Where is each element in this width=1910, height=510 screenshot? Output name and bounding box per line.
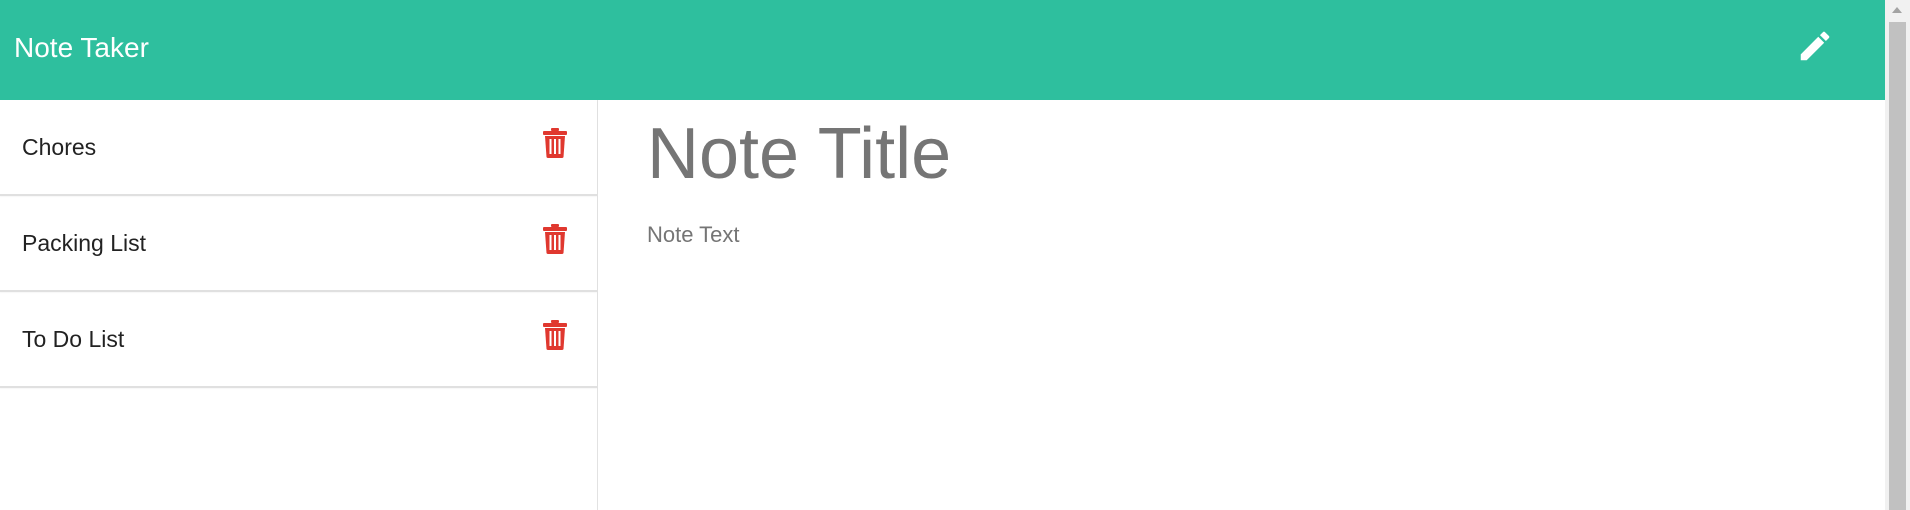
list-item[interactable]: To Do List	[0, 292, 597, 388]
app-title[interactable]: Note Taker	[14, 32, 149, 64]
scrollbar[interactable]	[1885, 0, 1910, 510]
note-editor: Note Title Note Text	[598, 100, 1885, 510]
scroll-up-arrow-icon[interactable]	[1892, 7, 1902, 13]
list-item[interactable]: Chores	[0, 100, 597, 196]
trash-icon[interactable]	[542, 320, 568, 350]
navbar: Note Taker	[0, 0, 1885, 100]
trash-icon[interactable]	[542, 224, 568, 254]
pencil-icon	[1800, 31, 1830, 61]
trash-icon[interactable]	[542, 128, 568, 158]
list-item[interactable]: Packing List	[0, 196, 597, 292]
note-item-label[interactable]: Chores	[22, 134, 96, 161]
note-list: Chores Packing List To Do List	[0, 100, 598, 510]
note-text-input[interactable]: Note Text	[647, 222, 740, 248]
new-note-button[interactable]	[1793, 24, 1837, 68]
note-title-input[interactable]: Note Title	[647, 118, 951, 190]
note-item-label[interactable]: To Do List	[22, 326, 124, 353]
scrollbar-thumb[interactable]	[1889, 22, 1906, 510]
note-item-label[interactable]: Packing List	[22, 230, 146, 257]
note-taker-app: Note Taker Chores Packing List To Do Lis…	[0, 0, 1910, 510]
